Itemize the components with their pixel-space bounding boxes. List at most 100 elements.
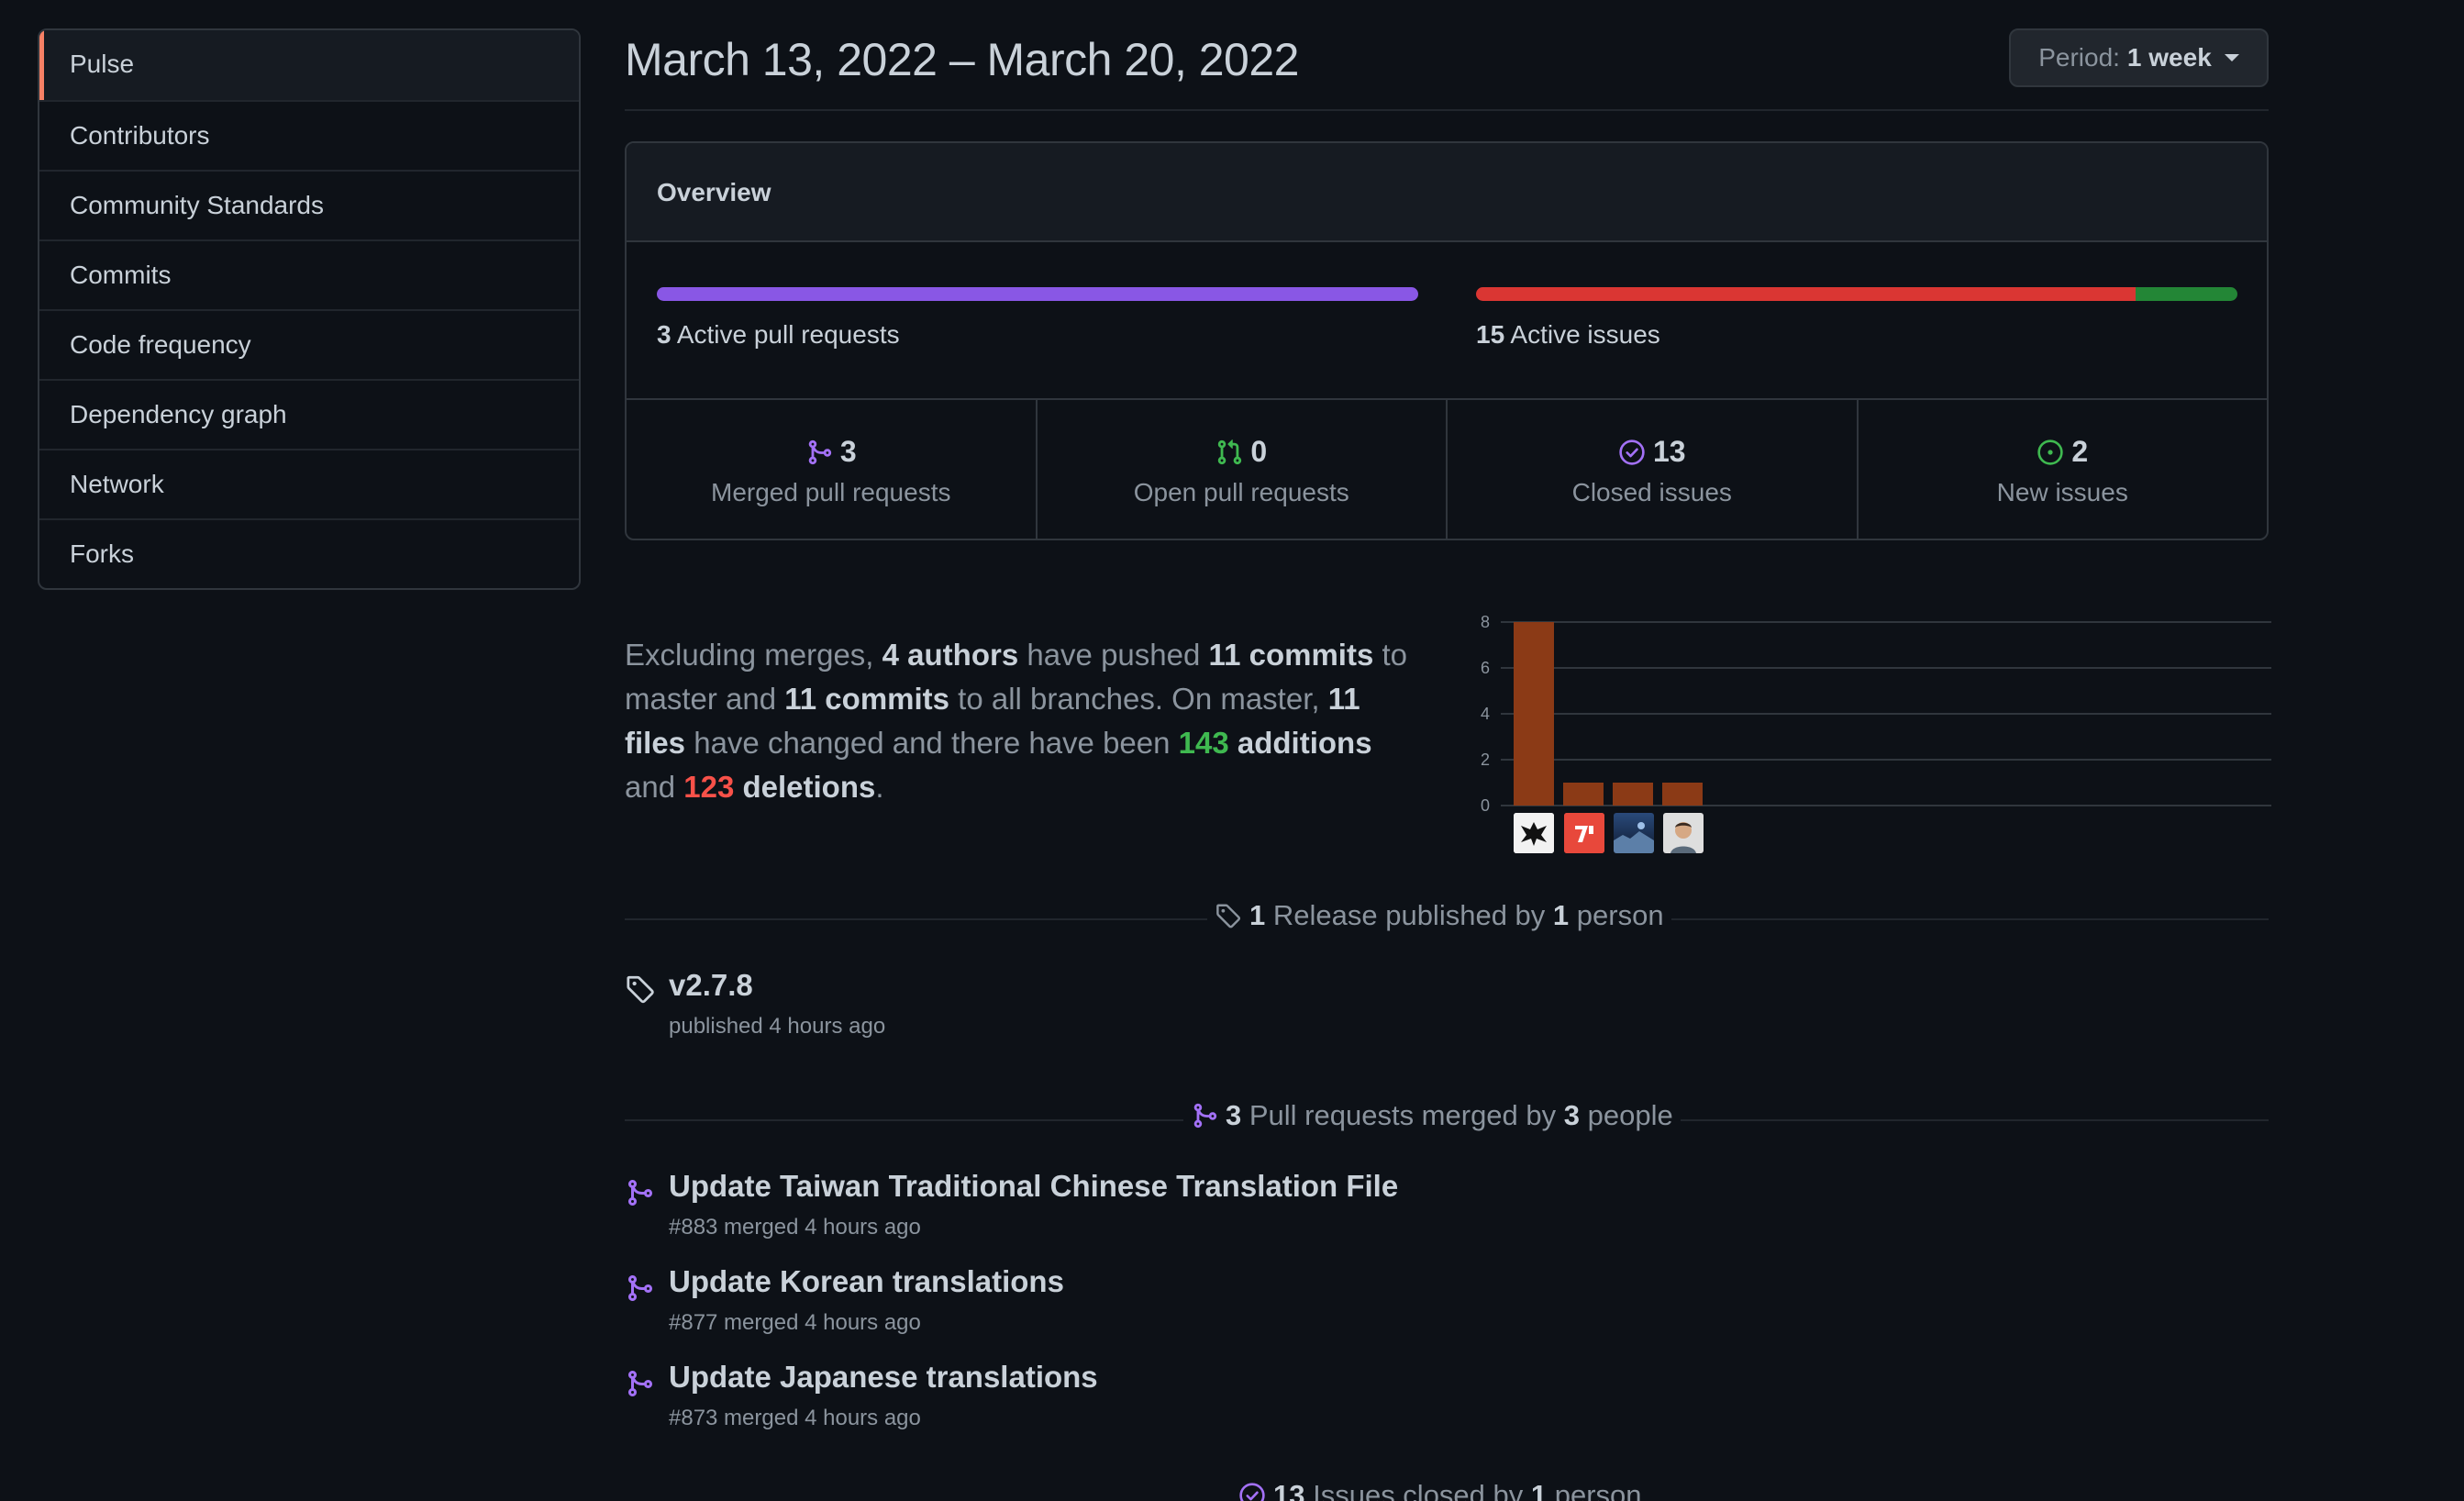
chart-y-tick-label: 0 — [1481, 796, 1490, 815]
git-merge-icon — [1193, 1103, 1217, 1129]
pr-meta: #873 merged 4 hours ago — [669, 1406, 921, 1430]
prs-label-mid: Pull requests merged by — [1241, 1099, 1564, 1131]
additions-word: additions — [1228, 726, 1372, 760]
open-issues-segment — [2135, 287, 2237, 301]
sidebar-item-dependency-graph[interactable]: Dependency graph — [39, 379, 579, 449]
new-issues-count: 2 — [2071, 435, 2089, 468]
chart-y-tick-label: 8 — [1481, 613, 1490, 631]
git-merge-icon — [628, 1180, 653, 1206]
overview-heading: Overview — [627, 143, 2267, 242]
releases-count: 1 — [1249, 899, 1266, 931]
sidebar-item-network[interactable]: Network — [39, 449, 579, 518]
summary-text: Excluding merges, — [625, 638, 882, 672]
active-prs-label: Active pull requests — [676, 320, 900, 349]
pr-meta: #883 merged 4 hours ago — [669, 1215, 921, 1240]
chart-bar[interactable] — [1662, 783, 1703, 806]
period-prefix: Period: — [2038, 43, 2120, 72]
commits-all-link[interactable]: 11 commits — [784, 682, 949, 716]
deletions-word: deletions — [734, 770, 876, 804]
tag-icon — [1216, 904, 1241, 928]
summary-text: . — [875, 770, 884, 804]
pull-requests-heading: 3 Pull requests merged by 3 people — [1183, 1099, 1681, 1132]
sidebar-item-commits[interactable]: Commits — [39, 239, 579, 309]
sidebar-item-community-standards[interactable]: Community Standards — [39, 170, 579, 239]
active-prs-bar[interactable] — [657, 287, 1418, 301]
author-avatar-2[interactable] — [1564, 813, 1604, 853]
releases-label-end: person — [1569, 899, 1664, 931]
summary-text: to all branches. On master, — [949, 682, 1328, 716]
releases-people: 1 — [1552, 899, 1570, 931]
stat-open-prs[interactable]: 0 Open pull requests — [1035, 398, 1447, 539]
sidebar-item-forks[interactable]: Forks — [39, 518, 579, 588]
release-meta: published 4 hours ago — [669, 1014, 886, 1039]
closed-issues-label: Closed issues — [1571, 478, 1732, 506]
author-avatar-1[interactable] — [1514, 813, 1554, 853]
sidebar-item-contributors[interactable]: Contributors — [39, 100, 579, 170]
author-avatar-4[interactable] — [1663, 813, 1704, 853]
git-pull-request-icon — [1218, 439, 1242, 464]
caret-down-icon — [2224, 54, 2239, 61]
overview-stats: 3 Merged pull requests 0 Open pull reque… — [627, 398, 2268, 539]
chart-y-tick-label: 2 — [1481, 750, 1490, 769]
closed-issues-count: 13 — [1652, 435, 1686, 468]
commits-master-link[interactable]: 11 commits — [1209, 638, 1374, 672]
merged-prs-count: 3 — [839, 435, 857, 468]
issues-label-end: person — [1547, 1479, 1642, 1501]
prs-merged-count: 3 — [1226, 1099, 1242, 1131]
git-merge-icon — [808, 439, 831, 464]
prs-people: 3 — [1563, 1099, 1581, 1131]
chart-bar[interactable] — [1613, 783, 1653, 806]
pr-meta: #877 merged 4 hours ago — [669, 1310, 921, 1335]
pr-title-link[interactable]: Update Japanese translations — [669, 1360, 1098, 1395]
header-divider — [625, 109, 2269, 111]
summary-text: have changed and there have been — [685, 726, 1179, 760]
summary-text: have pushed — [1018, 638, 1209, 672]
authors-link[interactable]: 4 authors — [882, 638, 1019, 672]
active-prs-link[interactable]: 3 Active pull requests — [657, 320, 900, 350]
deletions-count: 123 — [683, 770, 735, 804]
prs-label-end: people — [1580, 1099, 1673, 1131]
chart-bar[interactable] — [1514, 622, 1554, 806]
chart-y-tick-label: 4 — [1481, 705, 1490, 723]
issues-people: 1 — [1530, 1479, 1548, 1501]
additions-count: 143 — [1178, 726, 1229, 760]
releases-heading: 1 Release published by 1 person — [1207, 899, 1671, 932]
open-prs-count: 0 — [1250, 435, 1268, 468]
merged-prs-label: Merged pull requests — [711, 478, 951, 506]
tag-icon — [627, 975, 654, 1004]
stat-new-issues[interactable]: 2 New issues — [1856, 398, 2268, 539]
releases-label-mid: Release published by — [1265, 899, 1553, 931]
stat-closed-issues[interactable]: 13 Closed issues — [1446, 398, 1857, 539]
sidebar-item-pulse[interactable]: Pulse — [39, 30, 579, 100]
stat-merged-prs[interactable]: 3 Merged pull requests — [627, 398, 1036, 539]
issues-closed-heading: 13 Issues closed by 1 person — [1231, 1479, 1649, 1501]
sidebar-item-code-frequency[interactable]: Code frequency — [39, 309, 579, 379]
issue-closed-icon — [1619, 439, 1645, 465]
chart-bar[interactable] — [1563, 783, 1604, 806]
page-title: March 13, 2022 – March 20, 2022 — [625, 34, 1299, 85]
git-merge-icon — [628, 1371, 653, 1396]
active-issues-link[interactable]: 15 Active issues — [1476, 320, 1660, 350]
overview-panel: Overview 3 Active pull requests 15 Activ… — [625, 141, 2269, 540]
git-merge-icon — [628, 1275, 653, 1301]
open-prs-label: Open pull requests — [1133, 478, 1349, 506]
commit-summary: Excluding merges, 4 authors have pushed … — [625, 633, 1414, 809]
insights-sidebar: Pulse Contributors Community Standards C… — [38, 28, 581, 590]
release-tag-link[interactable]: v2.7.8 — [669, 968, 753, 1003]
closed-issues-segment — [1476, 287, 2136, 301]
author-avatar-3[interactable] — [1614, 813, 1654, 853]
issue-closed-icon — [1239, 1483, 1265, 1501]
issues-label-mid: Issues closed by — [1304, 1479, 1531, 1501]
period-select-button[interactable]: Period: 1 week — [2009, 28, 2269, 87]
active-issues-count: 15 — [1476, 320, 1505, 349]
summary-text: and — [625, 770, 684, 804]
issues-closed-count: 13 — [1273, 1479, 1305, 1501]
pr-title-link[interactable]: Update Korean translations — [669, 1264, 1064, 1299]
active-issues-bar[interactable] — [1476, 287, 2237, 301]
issue-opened-icon — [2037, 439, 2064, 465]
period-value: 1 week — [2126, 43, 2212, 72]
active-issues-label: Active issues — [1510, 320, 1660, 349]
active-prs-count: 3 — [657, 320, 671, 349]
pr-title-link[interactable]: Update Taiwan Traditional Chinese Transl… — [669, 1169, 1398, 1204]
pulse-page: Pulse Contributors Community Standards C… — [0, 0, 2464, 1501]
